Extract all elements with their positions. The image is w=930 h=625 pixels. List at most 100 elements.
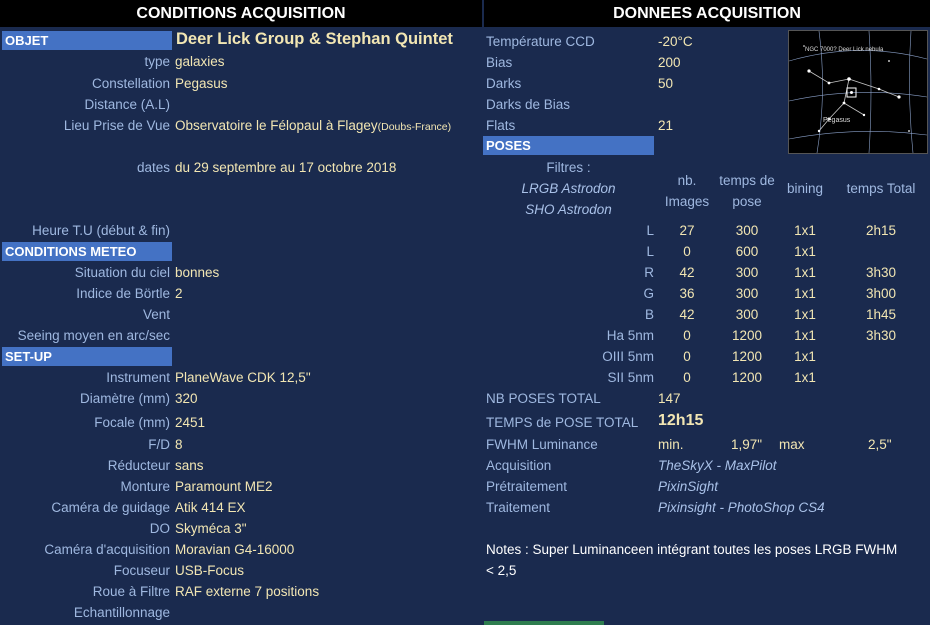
bias-label: Bias: [486, 55, 513, 70]
camera-label: Caméra d'acquisition: [44, 542, 170, 557]
pose-total: 3h00: [865, 286, 897, 301]
pose-bining: 1x1: [794, 223, 816, 238]
notes-line2: < 2,5: [486, 563, 517, 578]
traitement-label: Traitement: [486, 500, 551, 515]
pose-count: 42: [679, 265, 695, 280]
pose-total: 1h45: [865, 307, 897, 322]
pose-filter: B: [644, 307, 654, 322]
temps-pose-value: 12h15: [658, 412, 704, 429]
filtres-sho: SHO Astrodon: [525, 202, 612, 217]
dates-value: du 29 septembre au 17 octobre 2018: [175, 160, 397, 175]
camera-value: Moravian G4-16000: [175, 542, 295, 557]
seeing-label: Seeing moyen en arc/sec: [17, 328, 170, 343]
dates-label: dates: [136, 160, 170, 175]
pose-duration: 1200: [731, 349, 763, 364]
pose-duration: 1200: [731, 328, 763, 343]
diametre-label: Diamètre (mm): [80, 391, 170, 406]
pose-count: 0: [683, 328, 691, 343]
acquisition-label: Acquisition: [486, 458, 552, 473]
pose-count: 42: [679, 307, 695, 322]
guidage-label: Caméra de guidage: [51, 500, 170, 515]
pose-filter: R: [644, 265, 654, 280]
pretraitement-value: PixinSight: [658, 479, 719, 494]
darks-value: 50: [658, 76, 674, 91]
pose-total: 3h30: [865, 265, 897, 280]
pretraitement-label: Prétraitement: [486, 479, 568, 494]
col-temps-total: temps Total: [846, 181, 916, 196]
constellation-value: Pegasus: [175, 76, 228, 91]
notes-line1: Notes : Super Luminanceen intégrant tout…: [486, 542, 898, 557]
do-label: DO: [149, 521, 170, 536]
star-chart: NGC 7000? Deer Lick nebula Pegasus: [788, 30, 928, 154]
pose-bining: 1x1: [794, 349, 816, 364]
pose-bining: 1x1: [794, 328, 816, 343]
pose-bining: 1x1: [794, 244, 816, 259]
pose-count: 27: [679, 223, 695, 238]
pose-count: 0: [683, 370, 691, 385]
flats-label: Flats: [486, 118, 516, 133]
reducteur-label: Réducteur: [107, 458, 170, 473]
fd-label: F/D: [148, 437, 170, 452]
bias-value: 200: [658, 55, 681, 70]
fwhm-min-value: 1,97": [731, 437, 763, 452]
lieu-value: Observatoire le Félopaul à Flagey(Doubs-…: [175, 118, 451, 133]
meteo-section: CONDITIONS METEO: [2, 242, 172, 261]
instrument-label: Instrument: [106, 370, 170, 385]
temp-label: Température CCD: [486, 34, 595, 49]
bortle-value: 2: [175, 286, 183, 301]
pose-duration: 600: [735, 244, 759, 259]
object-name: Deer Lick Group & Stephan Quintet: [176, 30, 453, 48]
pose-duration: 300: [735, 307, 759, 322]
roue-value: RAF externe 7 positions: [175, 584, 320, 599]
pose-count: 36: [679, 286, 695, 301]
do-value: Skyméca 3": [175, 521, 247, 536]
darks-bias-label: Darks de Bias: [486, 97, 571, 112]
lieu-label: Lieu Prise de Vue: [63, 118, 170, 133]
pose-filter: L: [646, 223, 654, 238]
pose-bining: 1x1: [794, 307, 816, 322]
filtres-lrgb: LRGB Astrodon: [521, 181, 616, 196]
diametre-value: 320: [175, 391, 198, 406]
lieu-suffix: (Doubs-France): [377, 121, 452, 133]
fd-value: 8: [175, 437, 183, 452]
col-temps-pose: temps de pose: [719, 173, 775, 209]
pose-total: 2h15: [865, 223, 897, 238]
instrument-value: PlaneWave CDK 12,5": [175, 370, 311, 385]
filtres-label: Filtres :: [546, 160, 591, 175]
pose-bining: 1x1: [794, 286, 816, 301]
pose-bining: 1x1: [794, 370, 816, 385]
bortle-label: Indice de Börtle: [76, 286, 170, 301]
fwhm-max-value: 2,5": [868, 437, 892, 452]
roue-label: Roue à Filtre: [92, 584, 170, 599]
pose-duration: 1200: [731, 370, 763, 385]
nb-poses-value: 147: [658, 391, 681, 406]
constellation-label: Constellation: [91, 76, 170, 91]
traitement-value: Pixinsight - PhotoShop CS4: [658, 500, 825, 515]
acquisition-value: TheSkyX - MaxPilot: [658, 458, 777, 473]
fwhm-min-label: min.: [658, 437, 684, 452]
pose-filter: G: [643, 286, 654, 301]
col-bining: bining: [786, 181, 824, 196]
flats-value: 21: [658, 118, 674, 133]
star-chart-caption: NGC 7000? Deer Lick nebula: [805, 47, 884, 53]
focuseur-value: USB-Focus: [175, 563, 245, 578]
setup-section: SET-UP: [2, 347, 172, 366]
pose-total: 3h30: [865, 328, 897, 343]
objet-section: OBJET: [2, 31, 172, 50]
monture-value: Paramount ME2: [175, 479, 273, 494]
heure-label: Heure T.U (début & fin): [32, 223, 170, 238]
pose-filter: L: [646, 244, 654, 259]
star-chart-label: Pegasus: [823, 117, 851, 124]
guidage-value: Atik 414 EX: [175, 500, 246, 515]
situation-value: bonnes: [175, 265, 220, 280]
pose-filter: Ha 5nm: [606, 328, 654, 343]
pose-filter: OIII 5nm: [602, 349, 654, 364]
type-label: type: [144, 54, 170, 69]
bottom-accent: [484, 621, 604, 625]
pose-duration: 300: [735, 223, 759, 238]
vent-label: Vent: [142, 307, 170, 322]
temps-pose-label: TEMPS de POSE TOTAL: [486, 415, 639, 430]
type-value: galaxies: [175, 54, 225, 69]
focale-label: Focale (mm): [94, 415, 170, 430]
left-header: CONDITIONS ACQUISITION: [0, 0, 482, 27]
